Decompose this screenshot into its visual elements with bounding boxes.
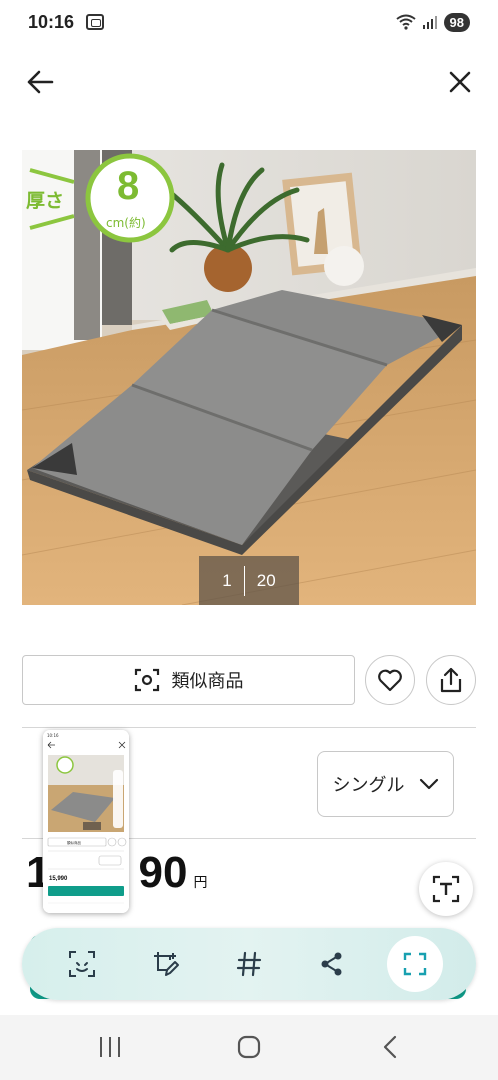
status-bar: 10:16 98 xyxy=(0,0,498,44)
divider-top xyxy=(22,727,476,728)
hashtag-tool-button[interactable] xyxy=(221,936,277,992)
svg-text:15,990: 15,990 xyxy=(49,876,68,882)
mattress-photo xyxy=(22,150,476,605)
share-icon xyxy=(440,667,462,693)
similar-products-button[interactable]: 類似商品 xyxy=(22,655,355,705)
favorite-button[interactable] xyxy=(365,655,415,705)
status-icons: 98 xyxy=(395,12,470,32)
similar-products-label: 類似商品 xyxy=(171,671,244,692)
wifi-icon xyxy=(395,14,416,30)
edit-tool-button[interactable] xyxy=(138,936,194,992)
size-select[interactable]: シングル xyxy=(317,751,454,817)
recent-apps-icon xyxy=(100,1037,120,1057)
image-counter: 1 20 xyxy=(199,556,299,605)
scan-tool-button[interactable] xyxy=(54,936,110,992)
price-right: 90 xyxy=(138,848,188,897)
price-currency: 円 xyxy=(193,874,208,890)
counter-total: 20 xyxy=(256,570,276,590)
svg-text:類似商品: 類似商品 xyxy=(67,840,81,845)
screenshot-icon xyxy=(86,14,105,30)
system-back-button[interactable] xyxy=(370,1027,410,1067)
chevron-down-icon xyxy=(419,778,438,790)
text-scan-icon xyxy=(432,875,460,903)
system-nav-bar xyxy=(0,1015,498,1080)
share-tool-button[interactable] xyxy=(304,936,360,992)
capture-tool-button[interactable] xyxy=(387,936,443,992)
home-icon xyxy=(237,1035,261,1059)
svg-text:10:16: 10:16 xyxy=(47,733,59,738)
status-time: 10:16 xyxy=(28,11,75,32)
badge-number: 8 xyxy=(117,164,140,208)
screenshot-toolbar xyxy=(22,928,476,1000)
back-arrow-icon xyxy=(27,70,54,94)
product-image[interactable]: 厚さ 8 cm(約) 1 20 xyxy=(22,150,476,605)
screenshot-preview[interactable]: 10:16 類似商品 15,990 xyxy=(43,730,129,913)
text-extract-button[interactable] xyxy=(419,862,473,916)
close-button[interactable] xyxy=(440,62,480,102)
recent-apps-button[interactable] xyxy=(90,1027,130,1067)
battery-badge: 98 xyxy=(443,12,470,32)
counter-current: 1 xyxy=(222,570,232,590)
scroll-capture-icon xyxy=(403,952,427,976)
share-nodes-icon xyxy=(321,952,342,976)
crop-edit-icon xyxy=(154,952,179,976)
size-selected-label: シングル xyxy=(332,775,405,796)
signal-icon xyxy=(422,16,437,29)
badge-label: 厚さ xyxy=(26,190,65,212)
back-button[interactable] xyxy=(20,62,60,102)
heart-icon xyxy=(378,669,402,692)
face-scan-icon xyxy=(69,951,95,977)
hashtag-icon xyxy=(236,951,262,977)
app-bar xyxy=(0,44,498,124)
preview-image: 10:16 類似商品 15,990 xyxy=(43,730,129,913)
share-button[interactable] xyxy=(426,655,476,705)
close-icon xyxy=(449,71,471,93)
system-back-icon xyxy=(383,1035,397,1059)
home-button[interactable] xyxy=(229,1027,269,1067)
scan-camera-icon xyxy=(134,668,159,692)
badge-unit: cm(約) xyxy=(106,216,146,230)
counter-divider xyxy=(243,565,245,596)
